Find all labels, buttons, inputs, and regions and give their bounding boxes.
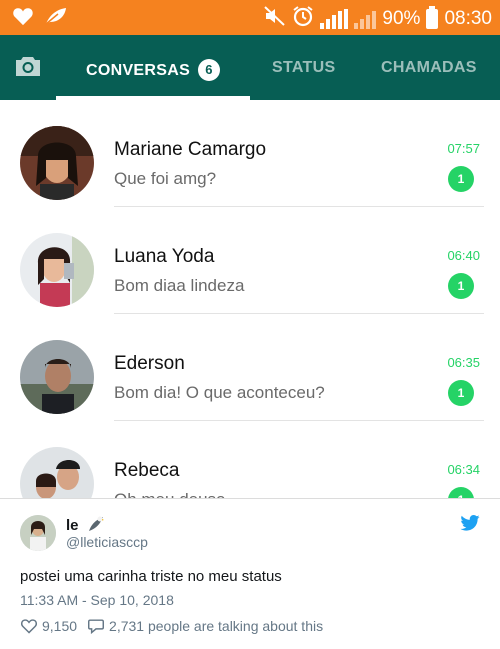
- unread-badge: 1: [448, 487, 474, 498]
- message-time: 06:34: [447, 462, 480, 477]
- battery-percent: 90%: [382, 8, 421, 29]
- last-message: Bom diaa lindeza: [114, 276, 245, 295]
- contact-name: Ederson: [114, 353, 185, 374]
- battery-icon: [426, 6, 439, 29]
- tweet-card: le @lleticiasccp postei uma carinha tris…: [0, 498, 500, 649]
- unread-badge: 1: [448, 166, 474, 192]
- unread-badge: 1: [448, 380, 474, 406]
- signal-sim1-icon: [320, 9, 349, 29]
- avatar: [20, 340, 94, 414]
- tab-chamadas[interactable]: CHAMADAS: [381, 59, 477, 77]
- chat-row[interactable]: Ederson Bom dia! O que aconteceu? 06:35 …: [0, 314, 500, 421]
- twitter-bird-icon[interactable]: [460, 515, 480, 531]
- alarm-icon: [292, 5, 314, 33]
- message-time: 06:35: [447, 355, 480, 370]
- avatar: [20, 447, 94, 498]
- last-message: Oh meu deuso: [114, 490, 226, 498]
- last-message: Bom dia! O que aconteceu?: [114, 383, 325, 402]
- tab-conversas[interactable]: CONVERSAS 6: [86, 59, 221, 81]
- author-display-name: le: [66, 517, 79, 534]
- chat-list: Mariane Camargo Que foi amg? 07:57 1 Lua…: [0, 100, 500, 498]
- heart-icon: [12, 6, 34, 31]
- message-time: 07:57: [447, 141, 480, 156]
- talking-count[interactable]: 2,731 people are talking about this: [109, 618, 323, 634]
- tab-status[interactable]: STATUS: [272, 59, 335, 77]
- leaf-icon: [44, 6, 68, 31]
- chat-row[interactable]: Luana Yoda Bom diaa lindeza 06:40 1: [0, 207, 500, 314]
- avatar: [20, 126, 94, 200]
- unread-count-badge: 6: [198, 59, 221, 81]
- clock: 08:30: [444, 8, 492, 29]
- like-icon[interactable]: [20, 618, 38, 634]
- unread-badge: 1: [448, 273, 474, 299]
- camera-icon[interactable]: [14, 55, 42, 77]
- chat-row[interactable]: Mariane Camargo Que foi amg? 07:57 1: [0, 100, 500, 207]
- tweet-avatar[interactable]: [20, 515, 56, 551]
- chat-row[interactable]: Rebeca Oh meu deuso 06:34 1: [0, 421, 500, 498]
- mute-icon: [264, 6, 286, 32]
- tweet-text: postei uma carinha triste no meu status: [20, 568, 282, 585]
- status-bar: 90% 08:30: [0, 0, 500, 35]
- avatar: [20, 233, 94, 307]
- tweet-timestamp[interactable]: 11:33 AM - Sep 10, 2018: [20, 592, 174, 608]
- app-header: CONVERSAS 6 STATUS CHAMADAS: [0, 35, 500, 100]
- contact-name: Mariane Camargo: [114, 139, 267, 160]
- tweet-author-handle[interactable]: @lleticiasccp: [66, 534, 148, 550]
- signal-sim2-icon: [354, 9, 377, 29]
- tab-label: CHAMADAS: [381, 59, 477, 76]
- tweet-actions: 9,150 2,731 people are talking about thi…: [20, 618, 323, 634]
- message-time: 06:40: [447, 248, 480, 263]
- contact-name: Luana Yoda: [114, 246, 215, 267]
- reply-icon[interactable]: [87, 618, 105, 634]
- tab-label: CONVERSAS: [86, 62, 191, 79]
- tab-label: STATUS: [272, 59, 336, 76]
- contact-name: Rebeca: [114, 460, 180, 481]
- last-message: Que foi amg?: [114, 169, 217, 188]
- like-count: 9,150: [42, 618, 78, 634]
